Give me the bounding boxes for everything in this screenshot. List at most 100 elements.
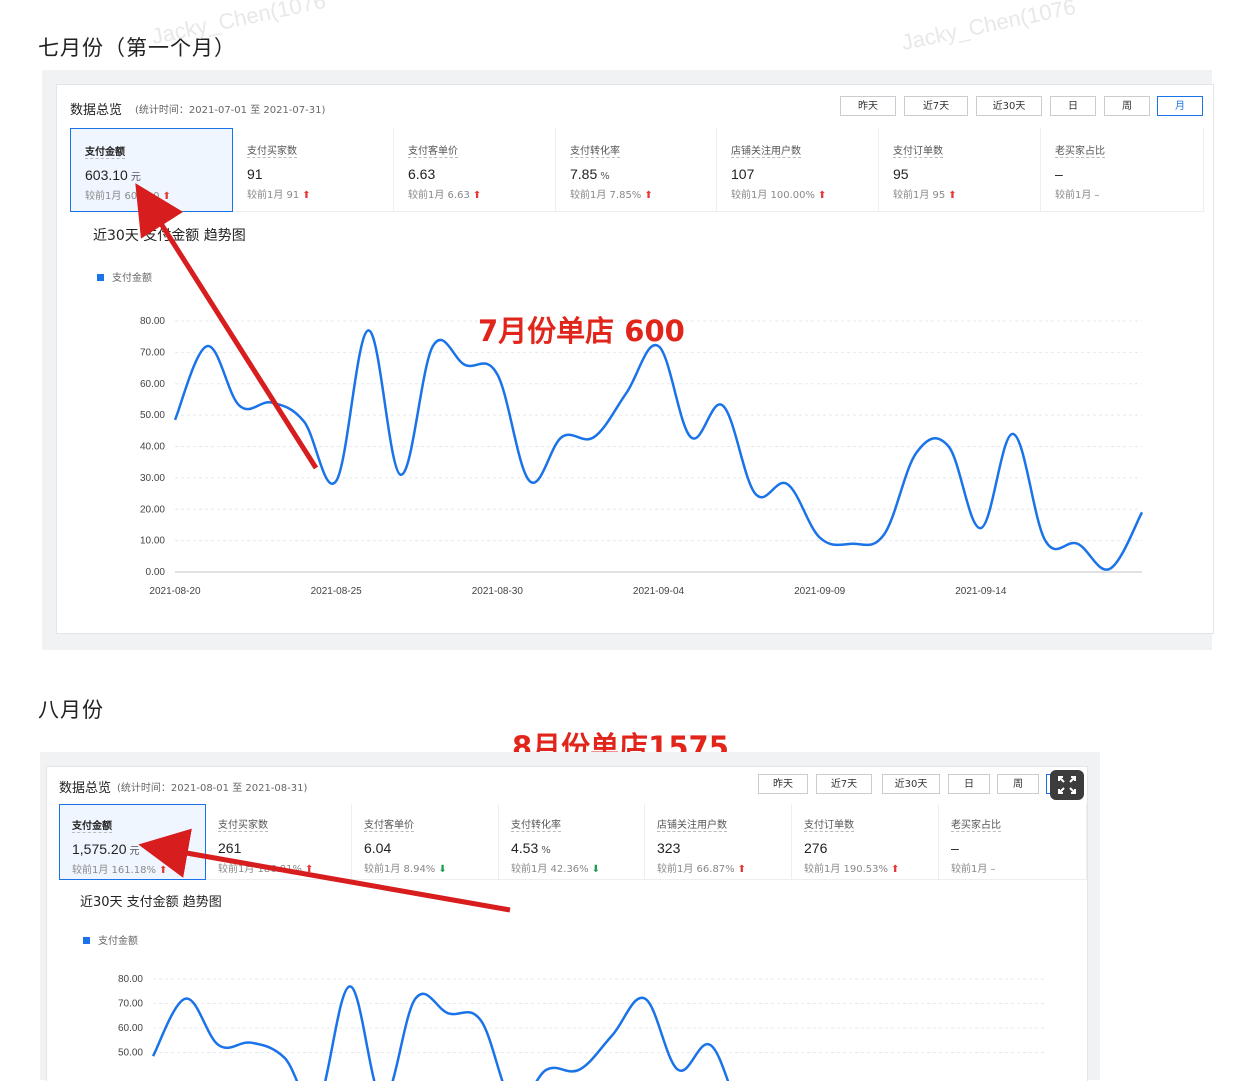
- metric-number: 6.63: [408, 166, 436, 182]
- btn-week[interactable]: 周: [1104, 96, 1150, 116]
- metric-compare: 较前1月 100.00% ⬆: [731, 186, 878, 201]
- y-tick-label: 0.00: [146, 567, 166, 578]
- btn-yesterday[interactable]: 昨天: [758, 774, 808, 794]
- arrow-down-icon: ⬇: [438, 864, 447, 875]
- arrow-up-icon: ⬆: [162, 191, 171, 202]
- metric-compare-text: 较前1月 8.94%: [364, 864, 436, 875]
- btn-yesterday[interactable]: 昨天: [840, 96, 896, 116]
- btn-day[interactable]: 日: [1050, 96, 1096, 116]
- metric-card-6[interactable]: 老买家占比 – 较前1月 –: [1041, 128, 1204, 212]
- metric-value: 7.85%: [570, 166, 716, 182]
- july-overview-period: (统计时间：2021-07-01 至 2021-07-31): [135, 105, 326, 116]
- metric-compare: 较前1月 6.63 ⬆: [408, 186, 555, 201]
- metric-value: 95: [893, 166, 1040, 182]
- metric-compare: 较前1月 95 ⬆: [893, 186, 1040, 201]
- metric-label: 支付转化率: [570, 142, 620, 158]
- fullscreen-button[interactable]: [1050, 770, 1084, 800]
- metric-card-4[interactable]: 店铺关注用户数 107 较前1月 100.00% ⬆: [717, 128, 879, 212]
- metric-label: 支付买家数: [218, 816, 268, 832]
- july-period-buttons: 昨天 近7天 近30天 日 周 月: [840, 96, 1210, 118]
- expand-icon: [1058, 776, 1076, 794]
- metric-card-6[interactable]: 老买家占比 – 较前1月 –: [939, 804, 1087, 880]
- x-tick-label: 2021-08-20: [149, 586, 201, 597]
- metric-compare-text: 较前1月 91: [247, 190, 300, 201]
- x-tick-label: 2021-09-09: [794, 586, 846, 597]
- metric-label: 支付客单价: [408, 142, 458, 158]
- metric-card-0[interactable]: 支付金额 1,575.20 元较前1月 161.18% ⬆: [59, 804, 206, 880]
- august-legend[interactable]: 支付金额: [83, 931, 138, 949]
- arrow-up-icon: ⬆: [737, 864, 747, 875]
- metric-card-3[interactable]: 支付转化率 4.53% 较前1月 42.36% ⬇: [499, 804, 645, 880]
- btn-last-7-days[interactable]: 近7天: [904, 96, 968, 116]
- metric-compare: 较前1月 186.81% ⬆: [218, 860, 351, 875]
- btn-day[interactable]: 日: [948, 774, 990, 794]
- metric-label: 老买家占比: [1055, 142, 1105, 158]
- august-section-title: 八月份: [38, 698, 104, 722]
- legend-color-swatch: [83, 937, 90, 944]
- metric-number: –: [951, 840, 959, 856]
- btn-month[interactable]: 月: [1157, 96, 1203, 116]
- btn-last-30-days[interactable]: 近30天: [882, 774, 940, 794]
- metric-number: 95: [893, 166, 909, 182]
- metric-compare-text: 较前1月 603.10: [85, 191, 160, 202]
- arrow-up-icon: ⬆: [472, 190, 482, 201]
- metric-number: 261: [218, 840, 242, 856]
- metric-card-2[interactable]: 支付客单价 6.04 较前1月 8.94% ⬇: [352, 804, 499, 880]
- metric-unit: 元: [130, 172, 141, 183]
- metric-compare-text: 较前1月 –: [1055, 190, 1100, 201]
- july-trend-chart: 0.00 10.00 20.00 30.00 40.00 50.00 60.00 70.00 8…: [140, 316, 1144, 597]
- july-trend-title: 近30天 支付金额 趋势图: [93, 228, 246, 244]
- x-tick-label: 2021-09-04: [633, 586, 685, 597]
- july-overview-title: 数据总览: [70, 103, 123, 118]
- metric-value: –: [951, 840, 1086, 856]
- july-metrics-row: 支付金额 603.10 元较前1月 603.10 ⬆ 支付买家数 91 较前1月 91 ⬆ 支付…: [70, 128, 1204, 212]
- metric-card-0[interactable]: 支付金额 603.10 元较前1月 603.10 ⬆: [70, 128, 233, 212]
- metric-card-5[interactable]: 支付订单数 95 较前1月 95 ⬆: [879, 128, 1041, 212]
- y-tick-label: 50.00: [118, 1048, 143, 1059]
- metric-number: 107: [731, 166, 755, 182]
- metric-card-4[interactable]: 店铺关注用户数 323 较前1月 66.87% ⬆: [645, 804, 792, 880]
- y-tick-label: 70.00: [118, 999, 143, 1010]
- july-data-overview-card: 数据总览 (统计时间：2021-07-01 至 2021-07-31) 昨天 近…: [56, 84, 1214, 634]
- metric-compare-text: 较前1月 –: [951, 864, 996, 875]
- arrow-up-icon: ⬆: [818, 190, 827, 201]
- metric-label: 支付转化率: [511, 816, 561, 832]
- august-overview-title: 数据总览: [59, 781, 112, 796]
- arrow-down-icon: ⬇: [591, 864, 601, 875]
- metric-value: 261: [218, 840, 351, 856]
- metric-compare-text: 较前1月 7.85%: [570, 190, 642, 201]
- metric-label: 支付订单数: [804, 816, 854, 832]
- btn-last-30-days[interactable]: 近30天: [976, 96, 1042, 116]
- metric-unit: 元: [129, 846, 140, 857]
- metric-label: 支付买家数: [247, 142, 297, 158]
- legend-label: 支付金额: [98, 936, 138, 947]
- metric-compare: 较前1月 603.10 ⬆: [85, 187, 232, 202]
- metric-compare-text: 较前1月 95: [893, 190, 946, 201]
- btn-week[interactable]: 周: [997, 774, 1039, 794]
- y-tick-label: 10.00: [140, 536, 165, 547]
- metric-compare-text: 较前1月 100.00%: [731, 190, 816, 201]
- july-legend[interactable]: 支付金额: [97, 268, 152, 286]
- arrow-up-icon: ⬆: [948, 190, 957, 201]
- metric-unit: %: [541, 845, 551, 856]
- arrow-up-icon: ⬆: [305, 864, 314, 875]
- y-tick-label: 60.00: [118, 1023, 143, 1034]
- august-data-overview-card: 数据总览 (统计时间：2021-08-01 至 2021-08-31) 昨天 近…: [46, 766, 1088, 1081]
- metric-value: 276: [804, 840, 938, 856]
- metric-compare: 较前1月 66.87% ⬆: [657, 860, 791, 875]
- metric-compare: 较前1月 190.53% ⬆: [804, 860, 938, 875]
- y-tick-label: 80.00: [140, 316, 165, 327]
- metric-card-3[interactable]: 支付转化率 7.85% 较前1月 7.85% ⬆: [556, 128, 717, 212]
- metric-compare: 较前1月 7.85% ⬆: [570, 186, 716, 201]
- metric-number: –: [1055, 166, 1063, 182]
- arrow-up-icon: ⬆: [891, 864, 900, 875]
- metric-card-1[interactable]: 支付买家数 261 较前1月 186.81% ⬆: [206, 804, 352, 880]
- august-period-buttons: 昨天 近7天 近30天 日 周: [758, 774, 1088, 796]
- metric-card-1[interactable]: 支付买家数 91 较前1月 91 ⬆: [233, 128, 394, 212]
- metric-label: 支付金额: [72, 817, 112, 833]
- metric-compare: 较前1月 42.36% ⬇: [511, 860, 644, 875]
- metric-value: 107: [731, 166, 878, 182]
- metric-card-2[interactable]: 支付客单价 6.63 较前1月 6.63 ⬆: [394, 128, 556, 212]
- metric-card-5[interactable]: 支付订单数 276 较前1月 190.53% ⬆: [792, 804, 939, 880]
- btn-last-7-days[interactable]: 近7天: [816, 774, 872, 794]
